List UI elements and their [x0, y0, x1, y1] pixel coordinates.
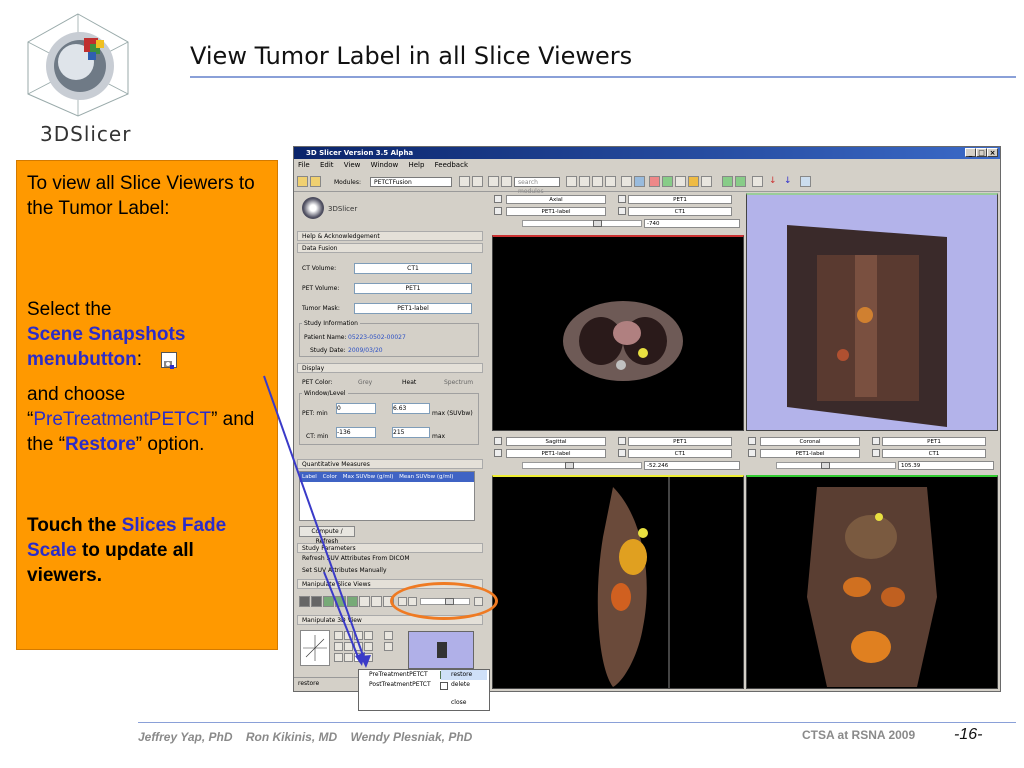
footer-authors: Jeffrey Yap, PhD Ron Kikinis, MD Wendy P… — [138, 730, 473, 744]
pointer-arrows — [263, 375, 371, 668]
footer-conference: CTSA at RSNA 2009 — [802, 728, 916, 742]
page-number: -16- — [954, 726, 983, 743]
footer-divider — [138, 722, 1016, 723]
